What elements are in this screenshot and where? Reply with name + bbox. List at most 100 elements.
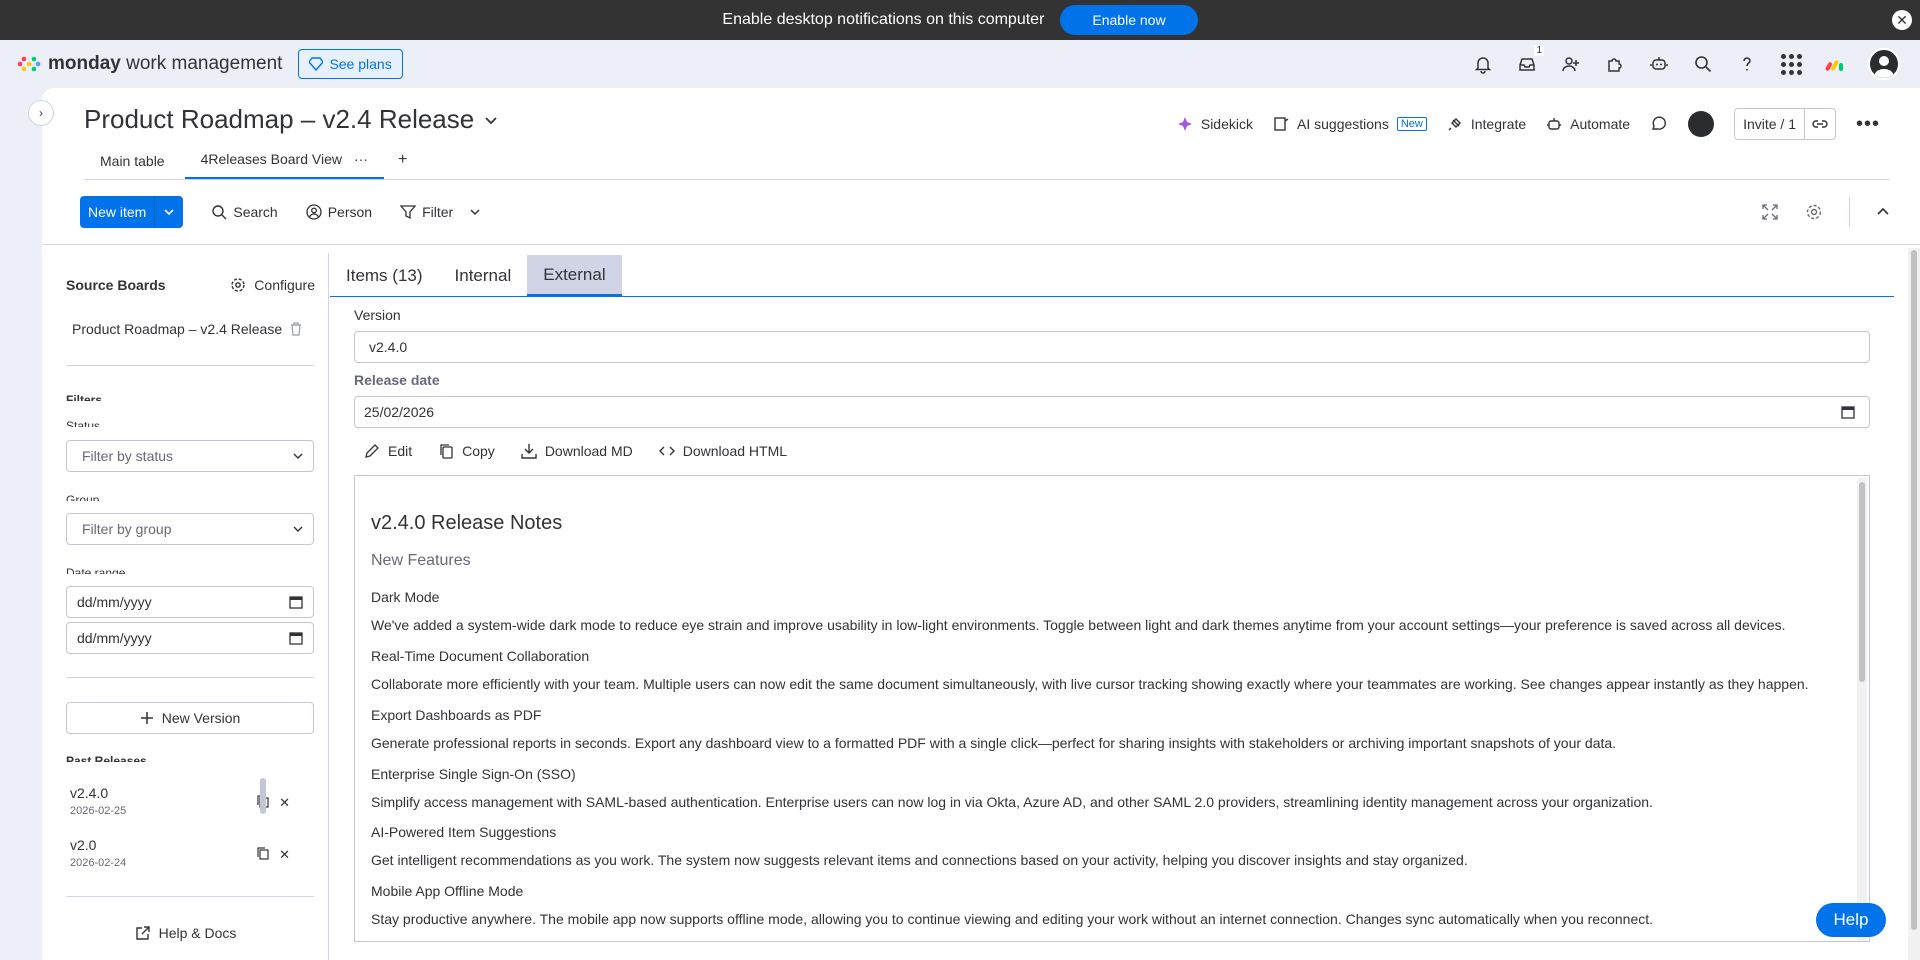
help-docs-link[interactable]: Help & Docs <box>42 925 329 941</box>
filter-button[interactable]: Filter <box>400 204 481 220</box>
inbox-badge: 1 <box>1534 45 1544 56</box>
automate-icon <box>1546 116 1562 132</box>
help-icon[interactable] <box>1736 53 1758 75</box>
filters-heading: Filters <box>66 393 103 401</box>
add-view-icon[interactable]: + <box>388 151 417 179</box>
close-icon[interactable]: ✕ <box>279 795 290 811</box>
release-date-label: Release date <box>354 372 440 388</box>
copy-icon[interactable] <box>257 847 269 863</box>
chevron-up-icon[interactable] <box>1876 205 1890 219</box>
inbox-icon[interactable]: 1 <box>1516 45 1544 75</box>
feature-description: Simplify access management with SAML-bas… <box>371 794 1653 810</box>
feature-description: Generate professional reports in seconds… <box>371 735 1617 751</box>
board-member-avatar[interactable] <box>1688 111 1715 137</box>
calendar-icon[interactable] <box>289 595 303 609</box>
feature-title: AI-Powered Item Suggestions <box>371 824 557 840</box>
tab-internal[interactable]: Internal <box>439 255 528 296</box>
date-to-input[interactable]: dd/mm/yyyy <box>66 622 314 654</box>
fullscreen-icon[interactable] <box>1761 203 1779 221</box>
calendar-icon[interactable] <box>289 631 303 645</box>
ai-icon <box>1273 116 1289 132</box>
download-html-button[interactable]: Download HTML <box>658 443 787 459</box>
notes-scrollbar[interactable] <box>1857 478 1867 941</box>
board-toolbar: New item Search Person Filter <box>80 196 1890 228</box>
help-button[interactable]: Help <box>1816 903 1886 937</box>
more-options-icon[interactable]: ••• <box>1856 113 1880 136</box>
code-icon <box>658 443 675 459</box>
comment-icon[interactable] <box>1650 115 1668 133</box>
release-date-input[interactable]: 25/02/2026 <box>354 396 1870 428</box>
page-scrollbar[interactable] <box>1908 248 1920 960</box>
tab-more-icon[interactable]: ··· <box>354 151 368 167</box>
new-item-button[interactable]: New item <box>80 196 156 228</box>
page-title[interactable]: Product Roadmap – v2.4 Release <box>84 104 498 135</box>
ai-suggestions-button[interactable]: AI suggestions New <box>1273 116 1427 132</box>
bell-icon[interactable] <box>1472 53 1494 75</box>
release-item[interactable]: v2.4.0 2026-02-25 ✕ <box>70 785 290 817</box>
releases-sidebar: Source Boards Configure Product Roadmap … <box>42 253 329 960</box>
sidebar-scrollbar[interactable] <box>260 778 266 814</box>
logo[interactable]: monday work management <box>16 53 282 75</box>
tab-releases-board-view[interactable]: 4Releases Board View ··· <box>184 151 384 179</box>
sidekick-button[interactable]: Sidekick <box>1177 116 1253 132</box>
copy-icon <box>438 443 454 459</box>
tab-main-table[interactable]: Main table <box>84 153 181 179</box>
new-version-button[interactable]: New Version <box>66 702 314 734</box>
configure-button[interactable]: Configure <box>230 277 315 293</box>
date-from-input[interactable]: dd/mm/yyyy <box>66 586 314 618</box>
sidebar-divider <box>66 365 314 366</box>
automate-button[interactable]: Automate <box>1546 116 1630 132</box>
release-item[interactable]: v2.0 2026-02-24 ✕ <box>70 837 290 869</box>
integrate-button[interactable]: Integrate <box>1447 116 1526 132</box>
feature-description: We've added a system-wide dark mode to r… <box>371 617 1786 633</box>
tab-external[interactable]: External <box>527 255 622 296</box>
product-switcher-icon[interactable] <box>1824 53 1846 75</box>
search-icon <box>211 204 227 220</box>
feature-title: Enterprise Single Sign-On (SSO) <box>371 766 576 782</box>
feature-title: Export Dashboards as PDF <box>371 707 542 723</box>
view-tabs: Main table 4Releases Board View ··· + <box>84 146 1890 180</box>
chevron-right-icon[interactable]: › <box>28 100 54 126</box>
link-icon[interactable] <box>1805 116 1835 132</box>
puzzle-icon[interactable] <box>1604 53 1626 75</box>
invite-group: Invite / 1 <box>1734 108 1836 140</box>
plus-icon <box>140 711 154 725</box>
edit-button[interactable]: Edit <box>364 443 412 459</box>
see-plans-button[interactable]: See plans <box>298 49 403 79</box>
content-divider <box>42 244 1920 245</box>
pencil-icon <box>364 443 380 459</box>
person-filter-button[interactable]: Person <box>306 204 372 220</box>
download-md-button[interactable]: Download MD <box>521 443 633 459</box>
status-filter-select[interactable]: Filter by status <box>66 440 314 472</box>
robot-icon[interactable] <box>1648 53 1670 75</box>
date-range-label: Date range <box>66 566 126 574</box>
trash-icon[interactable] <box>290 322 302 336</box>
diamond-icon <box>309 57 324 71</box>
invite-button[interactable]: Invite / 1 <box>1735 109 1805 139</box>
feature-title: Real-Time Document Collaboration <box>371 648 590 664</box>
chevron-down-icon[interactable] <box>469 206 481 218</box>
version-input[interactable]: v2.4.0 <box>354 331 1870 363</box>
version-label: Version <box>354 307 401 323</box>
search-icon[interactable] <box>1692 53 1714 75</box>
feature-title: Mobile App Offline Mode <box>371 883 524 899</box>
tab-items[interactable]: Items (13) <box>330 255 439 296</box>
enable-notifications-button[interactable]: Enable now <box>1060 5 1198 35</box>
release-notes-title: v2.4.0 Release Notes <box>371 512 563 534</box>
app-header: monday work management See plans 1 <box>0 40 1920 88</box>
search-button[interactable]: Search <box>211 204 278 220</box>
group-filter-select[interactable]: Filter by group <box>66 513 314 545</box>
invite-members-icon[interactable] <box>1560 53 1582 75</box>
toolbar-divider <box>1849 197 1850 227</box>
calendar-icon[interactable] <box>1841 405 1855 419</box>
close-icon[interactable]: ✕ <box>1892 10 1912 30</box>
settings-icon[interactable] <box>1805 203 1823 221</box>
notification-bar: Enable desktop notifications on this com… <box>0 0 1920 40</box>
release-notes-preview[interactable]: v2.4.0 Release Notes New Features Dark M… <box>354 475 1870 942</box>
sidebar-divider <box>66 677 314 678</box>
apps-grid-icon[interactable] <box>1780 53 1802 75</box>
close-icon[interactable]: ✕ <box>279 847 290 863</box>
avatar[interactable] <box>1868 48 1900 80</box>
copy-button[interactable]: Copy <box>438 443 495 459</box>
chevron-down-icon[interactable] <box>155 196 183 228</box>
